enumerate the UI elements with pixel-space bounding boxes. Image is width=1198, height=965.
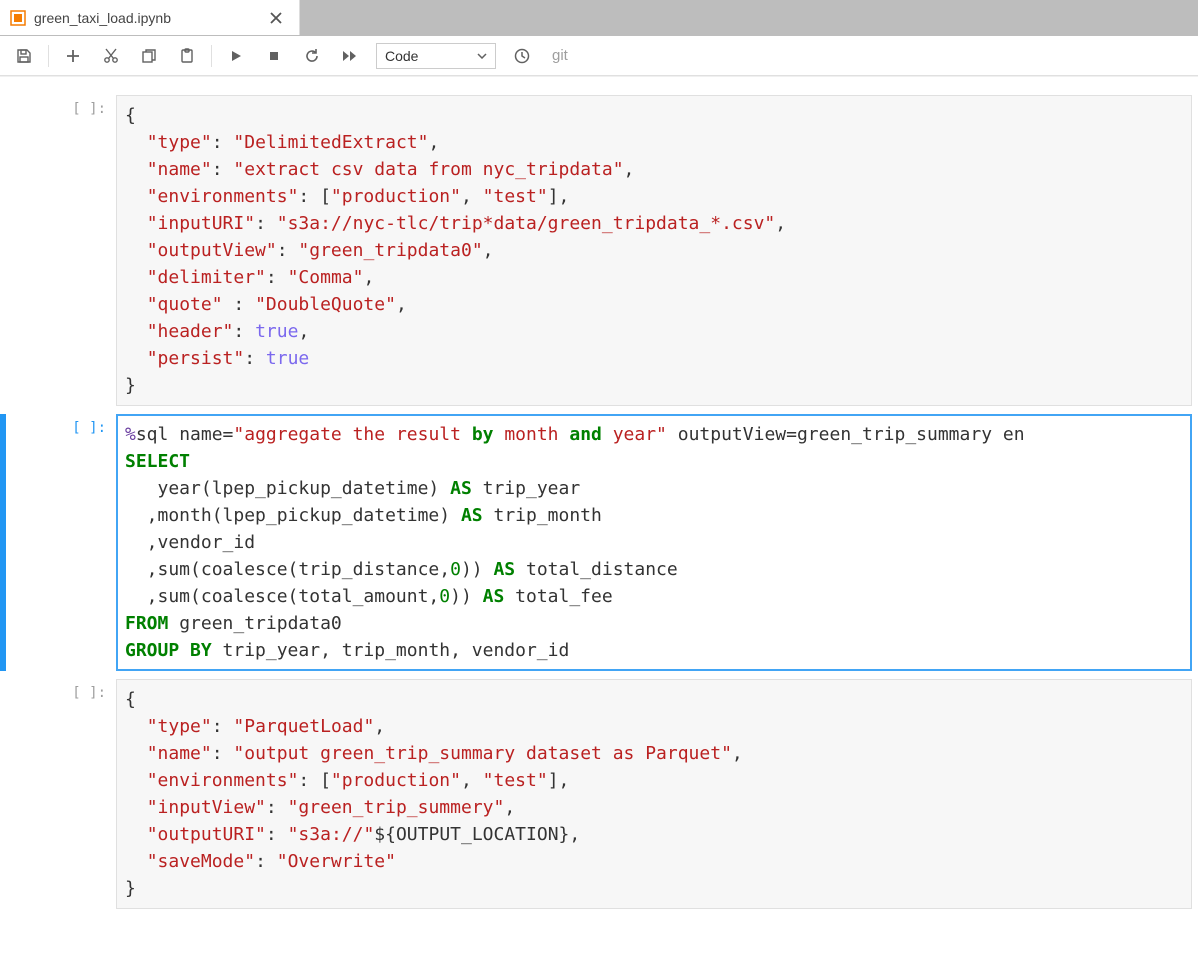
tab-bar: green_taxi_load.ipynb <box>0 0 1198 36</box>
code-cell: [ ]:{ "type": "DelimitedExtract", "name"… <box>0 95 1198 406</box>
notebook-area: [ ]:{ "type": "DelimitedExtract", "name"… <box>0 76 1198 957</box>
code-editor[interactable]: { "type": "ParquetLoad", "name": "output… <box>116 679 1192 909</box>
cell-marker <box>0 95 6 406</box>
add-cell-button[interactable] <box>55 41 91 71</box>
run-all-button[interactable] <box>332 41 368 71</box>
cell-prompt: [ ]: <box>38 414 116 671</box>
tab-title: green_taxi_load.ipynb <box>34 10 259 26</box>
run-button[interactable] <box>218 41 254 71</box>
kernel-status-icon[interactable] <box>504 41 540 71</box>
cell-prompt: [ ]: <box>38 95 116 406</box>
stop-button[interactable] <box>256 41 292 71</box>
code-cell: [ ]:%sql name="aggregate the result by m… <box>0 414 1198 671</box>
paste-button[interactable] <box>169 41 205 71</box>
separator <box>211 45 212 67</box>
separator <box>48 45 49 67</box>
toolbar: Code git <box>0 36 1198 76</box>
restart-button[interactable] <box>294 41 330 71</box>
notebook-tab[interactable]: green_taxi_load.ipynb <box>0 0 300 35</box>
git-button[interactable]: git <box>552 47 568 64</box>
save-button[interactable] <box>6 41 42 71</box>
cell-marker <box>0 679 6 909</box>
chevron-down-icon <box>477 53 487 59</box>
code-cell: [ ]:{ "type": "ParquetLoad", "name": "ou… <box>0 679 1198 909</box>
cut-button[interactable] <box>93 41 129 71</box>
cell-type-value: Code <box>385 48 418 64</box>
copy-button[interactable] <box>131 41 167 71</box>
close-icon[interactable] <box>267 9 285 27</box>
cell-marker <box>0 414 6 671</box>
cell-prompt: [ ]: <box>38 679 116 909</box>
notebook-file-icon <box>10 10 26 26</box>
code-editor[interactable]: { "type": "DelimitedExtract", "name": "e… <box>116 95 1192 406</box>
cell-type-select[interactable]: Code <box>376 43 496 69</box>
code-editor[interactable]: %sql name="aggregate the result by month… <box>116 414 1192 671</box>
